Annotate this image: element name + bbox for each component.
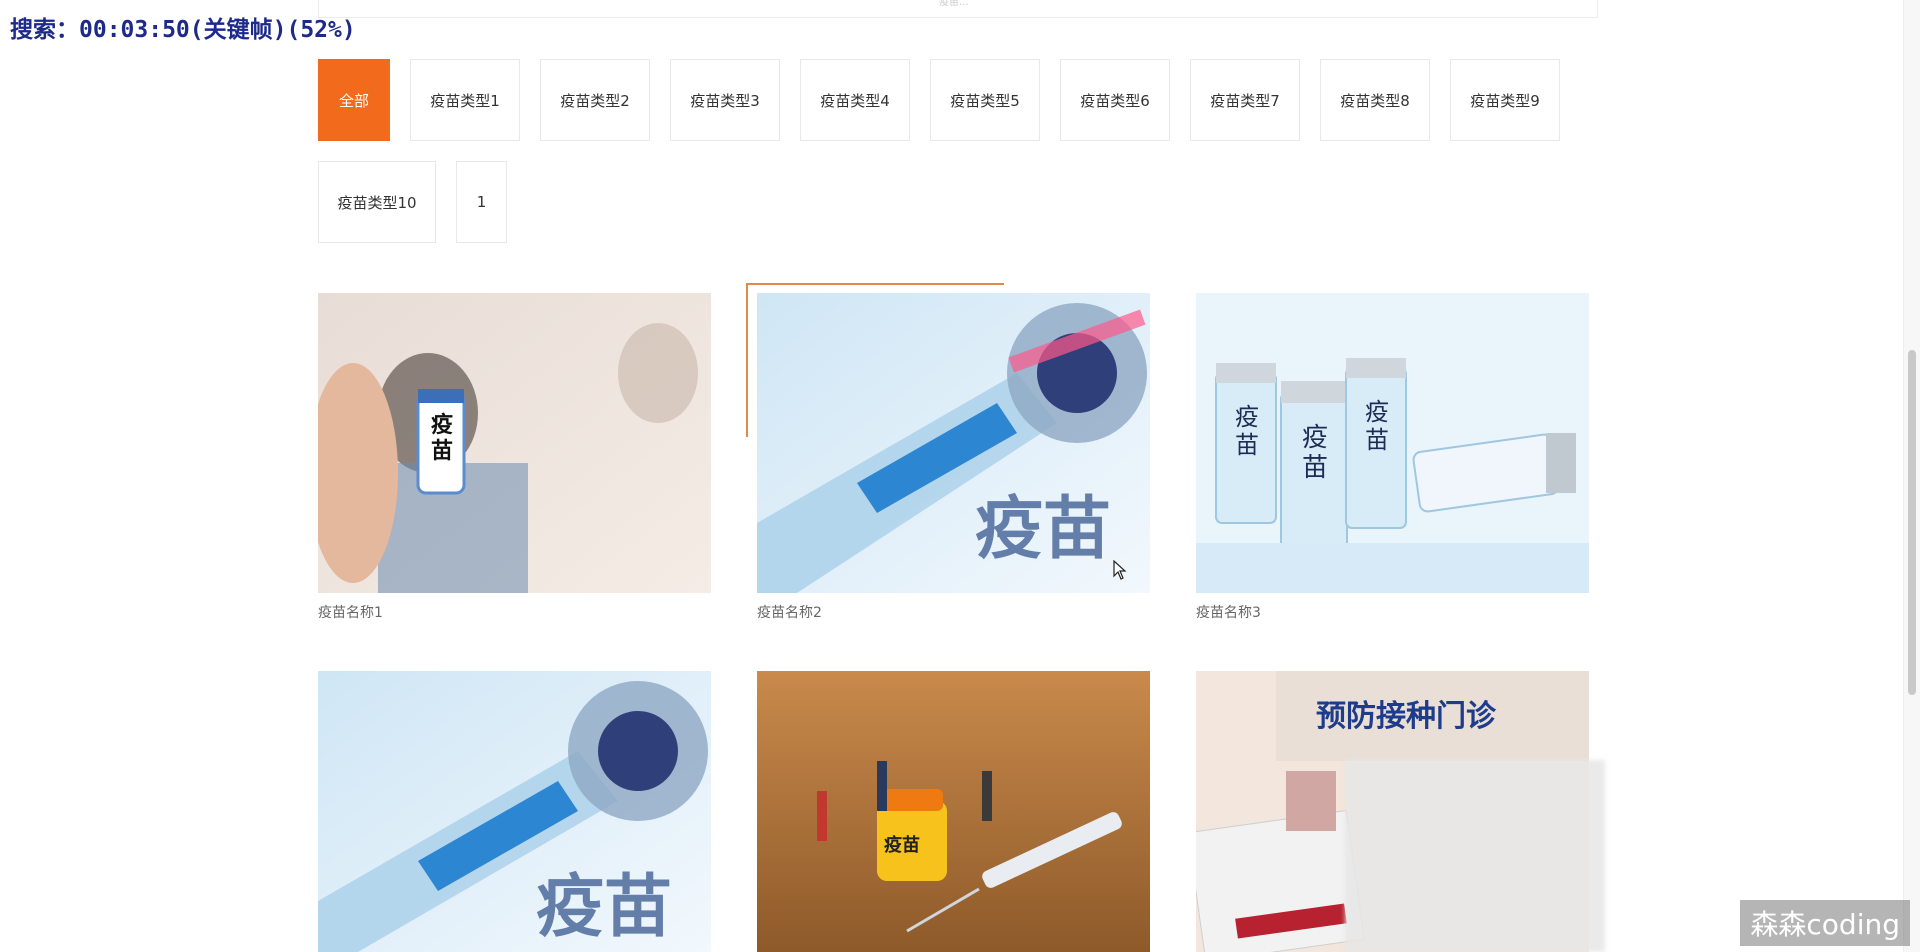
vaccine-watermark-2: 疫苗	[975, 490, 1112, 569]
vaccine-name-1[interactable]: 疫苗名称1	[318, 602, 711, 622]
clinic-sign-6: 预防接种门诊	[1316, 699, 1496, 734]
blurred-popup	[1345, 760, 1605, 952]
filter-row-1: 全部 疫苗类型1 疫苗类型2 疫苗类型3 疫苗类型4 疫苗类型5 疫苗类型6 疫…	[318, 59, 1560, 141]
vaccine-image-5[interactable]: 疫苗	[757, 671, 1150, 952]
scrollbar-thumb[interactable]	[1908, 350, 1916, 695]
filter-type-5[interactable]: 疫苗类型5	[930, 59, 1040, 141]
vaccine-watermark-4: 疫苗	[536, 868, 673, 947]
mouse-cursor-icon	[1113, 560, 1127, 580]
vaccine-card-3[interactable]: 疫苗 疫苗 疫苗 疫苗名称3	[1196, 293, 1589, 622]
vaccine-label-5: 疫苗	[884, 835, 920, 856]
vaccine-name-3[interactable]: 疫苗名称3	[1196, 602, 1589, 622]
filter-type-8[interactable]: 疫苗类型8	[1320, 59, 1430, 141]
hover-frame-top	[746, 283, 1004, 285]
filter-type-2[interactable]: 疫苗类型2	[540, 59, 650, 141]
hover-frame-left	[746, 283, 748, 437]
vaccine-image-4[interactable]: 疫苗	[318, 671, 711, 952]
top-search-bar[interactable]: 疫苗...	[318, 0, 1598, 18]
filter-type-4[interactable]: 疫苗类型4	[800, 59, 910, 141]
filter-type-7[interactable]: 疫苗类型7	[1190, 59, 1300, 141]
vaccine-card-2[interactable]: 疫苗 疫苗名称2	[757, 293, 1150, 622]
filter-row-2: 疫苗类型10 1	[318, 161, 507, 243]
vaccine-image-3[interactable]: 疫苗 疫苗 疫苗	[1196, 293, 1589, 593]
filter-type-1[interactable]: 疫苗类型1	[410, 59, 520, 141]
vaccine-image-2[interactable]: 疫苗	[757, 293, 1150, 593]
vaccine-label-1: 疫苗	[430, 413, 453, 464]
vaccine-label-3c: 疫苗	[1365, 398, 1389, 454]
vaccine-card-4[interactable]: 疫苗	[318, 671, 711, 952]
filter-all[interactable]: 全部	[318, 59, 390, 141]
vaccine-card-5[interactable]: 疫苗	[757, 671, 1150, 952]
video-search-overlay: 搜索：00:03:50(关键帧)(52%)	[10, 17, 356, 43]
filter-type-9[interactable]: 疫苗类型9	[1450, 59, 1560, 141]
top-bar-text: 疫苗...	[939, 0, 969, 8]
filter-type-3[interactable]: 疫苗类型3	[670, 59, 780, 141]
vaccine-label-3a: 疫苗	[1235, 403, 1259, 459]
vaccine-label-3b: 疫苗	[1301, 423, 1328, 483]
watermark: 森森coding	[1740, 900, 1910, 946]
filter-type-1-short[interactable]: 1	[456, 161, 507, 243]
filter-type-10[interactable]: 疫苗类型10	[318, 161, 436, 243]
vaccine-image-1[interactable]: 疫苗	[318, 293, 711, 593]
vaccine-card-1[interactable]: 疫苗 疫苗名称1	[318, 293, 711, 622]
filter-type-6[interactable]: 疫苗类型6	[1060, 59, 1170, 141]
scrollbar[interactable]	[1903, 0, 1920, 952]
vaccine-name-2[interactable]: 疫苗名称2	[757, 602, 1150, 622]
